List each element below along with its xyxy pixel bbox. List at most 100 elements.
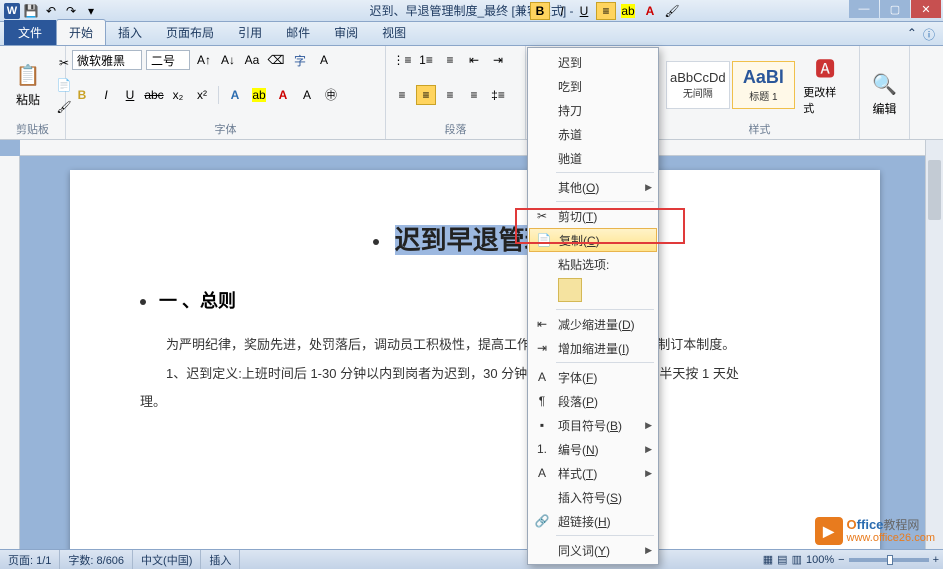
status-mode[interactable]: 插入 (201, 550, 240, 569)
document-page[interactable]: 迟到早退管理制 一 、总则 为严明纪律，奖励先进，处罚落后，调动员工积极性，提高… (70, 170, 880, 549)
menu-item-驰道[interactable]: 驰道 (528, 146, 658, 170)
italic-button[interactable]: I (96, 85, 116, 105)
menu-item-样式[interactable]: A样式(T)▶ (528, 461, 658, 485)
status-page[interactable]: 页面: 1/1 (0, 550, 60, 569)
style-no-spacing[interactable]: aBbCcDd 无间隔 (666, 61, 730, 109)
zoom-in-icon[interactable]: + (933, 554, 939, 566)
align-right-icon[interactable]: ≡ (440, 85, 460, 105)
strike-button[interactable]: abc (144, 85, 164, 105)
mini-italic-button[interactable]: I (552, 2, 572, 20)
bold-button[interactable]: B (72, 85, 92, 105)
submenu-arrow-icon: ▶ (645, 468, 652, 479)
tab-view[interactable]: 视图 (370, 20, 418, 45)
menu-item-持刀[interactable]: 持刀 (528, 98, 658, 122)
status-language[interactable]: 中文(中国) (133, 550, 201, 569)
cut-icon: ✂ (534, 208, 550, 224)
save-icon[interactable]: 💾 (22, 2, 40, 20)
change-case-icon[interactable]: Aa (242, 50, 262, 70)
menu-item-字体[interactable]: A字体(F) (528, 365, 658, 389)
menu-item-减少缩进量[interactable]: ⇤减少缩进量(D) (528, 312, 658, 336)
menu-item-赤道[interactable]: 赤道 (528, 122, 658, 146)
zoom-thumb[interactable] (887, 555, 893, 565)
tab-review[interactable]: 审阅 (322, 20, 370, 45)
font-name-combo[interactable]: 微软雅黑 (72, 50, 142, 70)
view-read-icon[interactable]: ▤ (777, 553, 787, 566)
highlight-icon[interactable]: ab (249, 85, 269, 105)
undo-icon[interactable]: ↶ (42, 2, 60, 20)
menu-separator (556, 309, 654, 310)
menu-item-吃到[interactable]: 吃到 (528, 74, 658, 98)
paste-button[interactable]: 📋 粘贴 (6, 59, 50, 110)
menu-item-剪切[interactable]: ✂剪切(T) (528, 204, 658, 228)
style-heading1[interactable]: AaBl 标题 1 (732, 61, 796, 109)
menu-item-其他[interactable]: 其他(O)▶ (528, 175, 658, 199)
menu-label: 字体(F) (558, 369, 597, 386)
font-color-icon[interactable]: A (273, 85, 293, 105)
menu-item-超链接[interactable]: 🔗超链接(H) (528, 509, 658, 533)
zoom-slider[interactable] (849, 558, 929, 562)
menu-item-插入符号[interactable]: 插入符号(S) (528, 485, 658, 509)
menu-item-编号[interactable]: 1.编号(N)▶ (528, 437, 658, 461)
menu-item-项目符号[interactable]: ▪项目符号(B)▶ (528, 413, 658, 437)
multilevel-icon[interactable]: ≡ (440, 50, 460, 70)
tab-insert[interactable]: 插入 (106, 20, 154, 45)
zoom-out-icon[interactable]: − (838, 554, 844, 566)
ribbon-collapse-icon[interactable]: ⌃ (907, 26, 917, 43)
qat-more-icon[interactable]: ▾ (82, 2, 100, 20)
underline-button[interactable]: U (120, 85, 140, 105)
mini-color-button[interactable]: A (640, 2, 660, 20)
tab-references[interactable]: 引用 (226, 20, 274, 45)
find-button[interactable]: 🔍 编辑 (866, 50, 903, 137)
file-tab[interactable]: 文件 (4, 20, 56, 45)
change-styles-button[interactable]: 🅰 更改样式 (797, 52, 853, 118)
maximize-button[interactable]: ▢ (880, 0, 910, 18)
scrollbar-thumb[interactable] (928, 160, 941, 220)
menu-item-复制[interactable]: 📄复制(C) (529, 228, 657, 252)
text-effect-icon[interactable]: A (225, 85, 245, 105)
menu-item-迟到[interactable]: 迟到 (528, 50, 658, 74)
change-styles-label: 更改样式 (803, 84, 847, 116)
font-size-combo[interactable]: 二号 (146, 50, 190, 70)
line-spacing-icon[interactable]: ‡≡ (488, 85, 508, 105)
bullets-icon[interactable]: ⋮≡ (392, 50, 412, 70)
mini-bold-button[interactable]: B (530, 2, 550, 20)
horizontal-ruler[interactable] (20, 140, 925, 156)
justify-icon[interactable]: ≡ (464, 85, 484, 105)
mini-underline-button[interactable]: U (574, 2, 594, 20)
zoom-value[interactable]: 100% (806, 554, 834, 566)
paste-option-icon[interactable] (558, 278, 582, 302)
view-web-icon[interactable]: ▥ (792, 553, 802, 566)
grow-font-icon[interactable]: A↑ (194, 50, 214, 70)
menu-item-粘贴选项:[interactable]: 粘贴选项: (528, 252, 658, 276)
redo-icon[interactable]: ↷ (62, 2, 80, 20)
vertical-scrollbar[interactable] (925, 140, 943, 549)
enclose-char-icon[interactable]: ㊥ (321, 85, 341, 105)
mini-format-painter-icon[interactable]: 🖌 (662, 2, 682, 20)
help-icon[interactable]: ⓘ (923, 26, 935, 43)
close-button[interactable]: ✕ (911, 0, 941, 18)
superscript-button[interactable]: x² (192, 85, 212, 105)
phonetic-icon[interactable]: 字 (290, 50, 310, 70)
inc-indent-icon[interactable]: ⇥ (488, 50, 508, 70)
status-words[interactable]: 字数: 8/606 (60, 550, 133, 569)
clear-format-icon[interactable]: ⌫ (266, 50, 286, 70)
minimize-button[interactable]: — (849, 0, 879, 18)
tab-mailings[interactable]: 邮件 (274, 20, 322, 45)
tab-layout[interactable]: 页面布局 (154, 20, 226, 45)
align-center-icon[interactable]: ≡ (416, 85, 436, 105)
shrink-font-icon[interactable]: A↓ (218, 50, 238, 70)
vertical-ruler[interactable] (0, 156, 20, 549)
mini-highlight-button[interactable]: ab (618, 2, 638, 20)
char-shading-icon[interactable]: A (297, 85, 317, 105)
dec-indent-icon[interactable]: ⇤ (464, 50, 484, 70)
align-left-icon[interactable]: ≡ (392, 85, 412, 105)
menu-item-增加缩进量[interactable]: ⇥增加缩进量(I) (528, 336, 658, 360)
view-print-icon[interactable]: ▦ (763, 553, 773, 566)
subscript-button[interactable]: x₂ (168, 85, 188, 105)
tab-home[interactable]: 开始 (56, 19, 106, 45)
menu-item-同义词[interactable]: 同义词(Y)▶ (528, 538, 658, 562)
mini-align-button[interactable]: ≡ (596, 2, 616, 20)
border-char-icon[interactable]: A (314, 50, 334, 70)
numbering-icon[interactable]: 1≡ (416, 50, 436, 70)
menu-item-段落[interactable]: ¶段落(P) (528, 389, 658, 413)
